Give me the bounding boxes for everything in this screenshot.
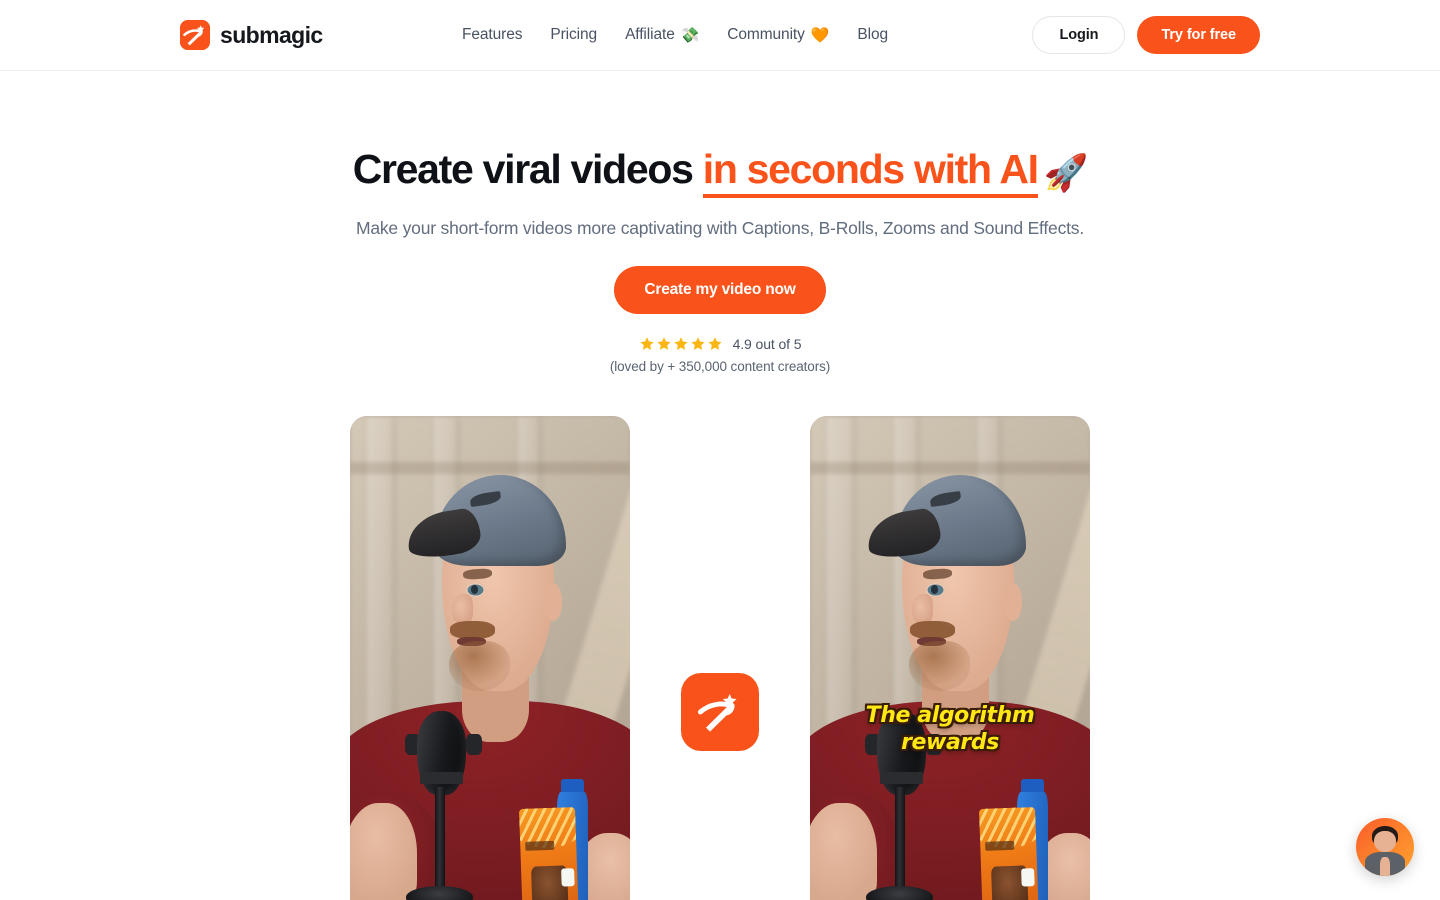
rocket-icon: 🚀 (1043, 152, 1089, 193)
video-before[interactable] (350, 416, 630, 900)
support-agent-avatar (1356, 818, 1414, 876)
person-beard (909, 640, 970, 691)
video-comparison: The algorithm rewards (0, 416, 1440, 900)
rating-block: 4.9 out of 5 (0, 336, 1440, 352)
money-wings-icon: 💸 (680, 26, 700, 44)
page-title: Create viral videos in seconds with AI 🚀 (0, 145, 1440, 198)
microphone-base (866, 886, 934, 900)
star-icon (673, 336, 689, 352)
microphone-base (406, 886, 474, 900)
star-rating (639, 336, 723, 352)
wall-beam (350, 462, 630, 475)
nav-item-label: Features (462, 26, 523, 43)
microphone-yoke (926, 733, 942, 756)
nav-item-affiliate[interactable]: Affiliate 💸 (611, 18, 713, 52)
person-arm-left (810, 802, 878, 900)
bag-badge (561, 867, 575, 887)
support-chat-widget[interactable] (1356, 818, 1414, 876)
video-after-frame: The algorithm rewards (810, 416, 1090, 900)
brand-name: submagic (220, 21, 323, 48)
bag-badge (1021, 867, 1035, 887)
person-eyebrow (462, 568, 492, 580)
nav-item-pricing[interactable]: Pricing (536, 18, 611, 52)
headline-accent: in seconds with AI (702, 146, 1039, 198)
try-for-free-button[interactable]: Try for free (1137, 16, 1260, 54)
bag-brand-strip (984, 840, 1015, 851)
orange-heart-icon: 🧡 (810, 26, 830, 44)
avatar-collar (1380, 857, 1390, 876)
snack-bag-prop (978, 806, 1039, 900)
nav-item-label: Affiliate (625, 26, 675, 43)
magic-wand-badge-icon[interactable] (681, 673, 759, 752)
create-my-video-now-button[interactable]: Create my video now (614, 266, 826, 315)
star-icon (656, 336, 672, 352)
nav-item-label: Blog (857, 26, 888, 43)
wall-beam (810, 462, 1090, 475)
hero-cta-wrap: Create my video now (0, 266, 1440, 315)
microphone-stem (895, 787, 905, 894)
star-icon (639, 336, 655, 352)
person-eyebrow (922, 568, 952, 580)
microphone-band (880, 772, 924, 785)
video-after[interactable]: The algorithm rewards (810, 416, 1090, 900)
magic-wand-logo-icon (180, 20, 210, 50)
person-beard (449, 640, 510, 691)
microphone-band (420, 772, 464, 785)
snack-bag-prop (518, 806, 579, 900)
star-icon (690, 336, 706, 352)
avatar-face (1373, 830, 1396, 852)
hero-subheadline: Make your short-form videos more captiva… (355, 218, 1085, 239)
nav-item-community[interactable]: Community 🧡 (713, 18, 843, 52)
video-before-frame (350, 416, 630, 900)
primary-nav: Features Pricing Affiliate 💸 Community 🧡… (448, 18, 902, 52)
nav-item-features[interactable]: Features (448, 18, 536, 52)
star-icon (707, 336, 723, 352)
rating-subtext: (loved by + 350,000 content creators) (609, 359, 831, 375)
site-header: submagic Features Pricing Affiliate 💸 Co… (0, 0, 1440, 71)
nav-item-label: Community (727, 26, 805, 43)
brand-logo[interactable]: submagic (180, 20, 323, 50)
nav-item-blog[interactable]: Blog (843, 18, 902, 52)
login-button[interactable]: Login (1032, 16, 1126, 54)
bag-brand-strip (524, 840, 555, 851)
microphone-yoke (466, 733, 482, 756)
header-actions: Login Try for free (1032, 16, 1260, 54)
nav-item-label: Pricing (550, 26, 598, 43)
microphone-stem (435, 787, 445, 894)
headline-plain: Create viral videos (352, 146, 694, 192)
hero-section: Create viral videos in seconds with AI 🚀 … (0, 71, 1440, 900)
person-arm-left (350, 802, 418, 900)
rating-value: 4.9 out of 5 (732, 336, 802, 353)
